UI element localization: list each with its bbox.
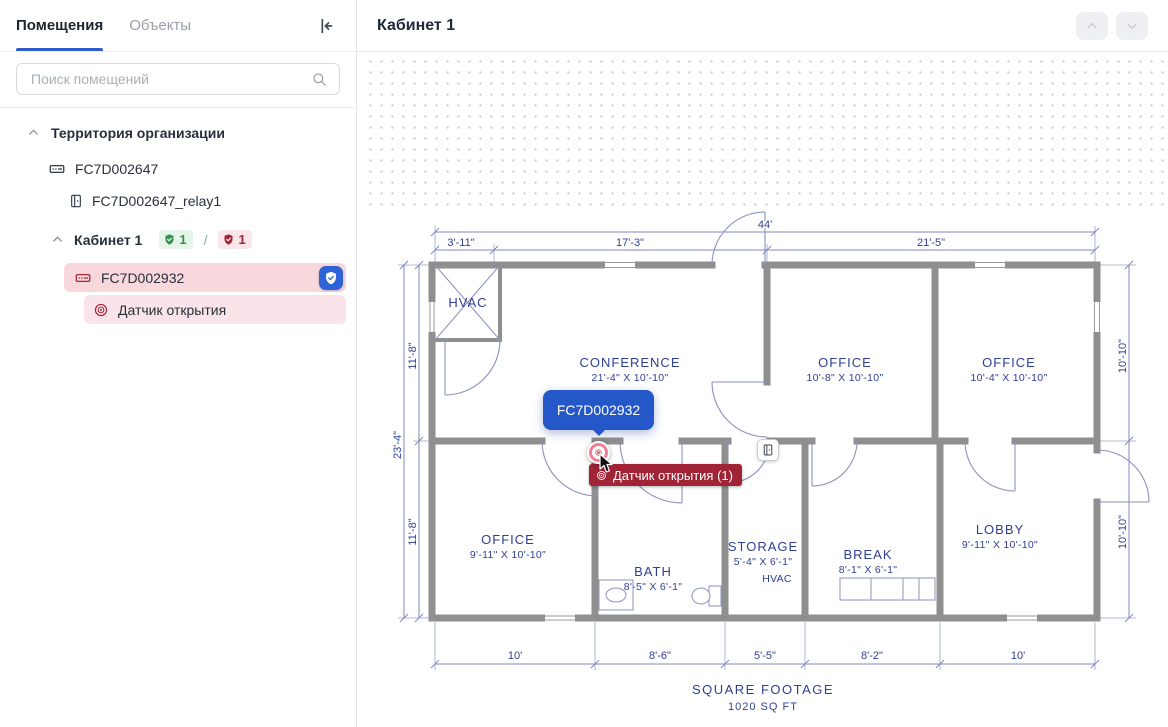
svg-text:STORAGE: STORAGE — [728, 539, 798, 554]
floorplan-canvas[interactable]: HVAC CONFERENCE 21'-4" X 10'-10" OFFICE … — [357, 52, 1168, 727]
chevron-up-icon — [26, 125, 41, 140]
scroll-up-button[interactable] — [1076, 12, 1108, 40]
sensor-map-label[interactable]: Датчик открытия (1) — [589, 464, 742, 486]
svg-text:8'-6": 8'-6" — [649, 650, 671, 662]
svg-text:5'-4" X 6'-1": 5'-4" X 6'-1" — [734, 556, 793, 568]
plan-nav-buttons — [1076, 12, 1148, 40]
sensor-map-label-text: Датчик открытия (1) — [613, 468, 733, 483]
svg-text:9'-11" X 10'-10": 9'-11" X 10'-10" — [470, 549, 546, 561]
hub-device-icon — [74, 269, 92, 287]
sensor-icon — [92, 301, 110, 319]
tree-item-label: FC7D002647 — [75, 161, 158, 177]
svg-text:21'-4" X 10'-10": 21'-4" X 10'-10" — [592, 372, 669, 384]
main-panel: Кабинет 1 — [357, 0, 1168, 727]
chevron-up-icon — [50, 232, 65, 247]
svg-text:CONFERENCE: CONFERENCE — [579, 355, 680, 370]
tree-item-label: FC7D002647_relay1 — [92, 193, 221, 209]
tab-objects[interactable]: Объекты — [129, 0, 191, 51]
alarm-count-badge: 1 — [218, 230, 251, 249]
tab-rooms[interactable]: Помещения — [16, 0, 103, 51]
svg-text:17'-3": 17'-3" — [616, 237, 644, 249]
svg-text:10': 10' — [1011, 650, 1025, 662]
main-header: Кабинет 1 — [357, 0, 1168, 52]
tree-item-hub-fc7d002647[interactable]: FC7D002647 — [0, 154, 356, 183]
tree-item-organization[interactable]: Территория организации — [0, 118, 356, 147]
location-tree: Территория организации FC7D002647 FC7D00… — [0, 108, 356, 727]
alarm-shield-icon — [222, 233, 235, 246]
hub-device-icon — [48, 160, 66, 178]
sidebar-tabs: Помещения Объекты — [16, 0, 191, 51]
svg-text:OFFICE: OFFICE — [481, 532, 535, 547]
ok-shield-icon — [163, 233, 176, 246]
ok-count-badge: 1 — [159, 230, 192, 249]
ok-count: 1 — [179, 232, 186, 247]
svg-text:8'-5" X 6'-1": 8'-5" X 6'-1" — [624, 581, 683, 593]
sensor-icon — [592, 446, 605, 459]
svg-text:OFFICE: OFFICE — [982, 355, 1036, 370]
page-title: Кабинет 1 — [377, 17, 455, 35]
collapse-panel-icon — [315, 15, 337, 37]
sidebar-header: Помещения Объекты — [0, 0, 356, 52]
search-area — [0, 52, 356, 108]
tree-item-label: Территория организации — [51, 125, 225, 141]
tree-item-relay[interactable]: FC7D002647_relay1 — [0, 186, 356, 215]
device-map-tooltip[interactable]: FC7D002932 — [543, 390, 654, 430]
collapse-sidebar-button[interactable] — [312, 12, 340, 40]
alarm-count: 1 — [238, 232, 245, 247]
svg-text:8'-2": 8'-2" — [861, 650, 883, 662]
svg-text:3'-11": 3'-11" — [447, 237, 474, 249]
svg-text:11'-8": 11'-8" — [407, 342, 419, 369]
svg-text:10'-10": 10'-10" — [1117, 515, 1129, 549]
guard-shield-badge[interactable] — [319, 266, 343, 290]
svg-text:44': 44' — [758, 219, 772, 231]
tree-item-label: FC7D002932 — [101, 270, 184, 286]
square-footage-value: 1020 SQ FT — [728, 701, 798, 713]
svg-text:23'-4": 23'-4" — [392, 431, 404, 459]
svg-text:10'-4" X 10'-10": 10'-4" X 10'-10" — [971, 372, 1048, 384]
svg-text:OFFICE: OFFICE — [818, 355, 872, 370]
search-icon — [310, 70, 329, 89]
svg-text:BATH: BATH — [634, 564, 672, 579]
app-root: Помещения Объекты Территория организации… — [0, 0, 1168, 727]
svg-text:9'-11" X 10'-10": 9'-11" X 10'-10" — [962, 539, 1038, 551]
svg-text:5'-5": 5'-5" — [754, 650, 776, 662]
svg-text:10'-8" X 10'-10": 10'-8" X 10'-10" — [807, 372, 884, 384]
svg-text:LOBBY: LOBBY — [976, 522, 1024, 537]
scroll-down-button[interactable] — [1116, 12, 1148, 40]
badge-separator: / — [204, 232, 208, 248]
tree-item-label: Кабинет 1 — [74, 232, 142, 248]
svg-text:HVAC: HVAC — [762, 573, 792, 585]
svg-text:21'-5": 21'-5" — [917, 237, 945, 249]
svg-text:HVAC: HVAC — [448, 295, 487, 310]
relay-map-marker[interactable] — [757, 439, 779, 461]
svg-text:BREAK: BREAK — [843, 547, 892, 562]
square-footage-title: SQUARE FOOTAGE — [692, 682, 834, 697]
doors — [445, 212, 1149, 503]
svg-text:10'-10": 10'-10" — [1117, 339, 1129, 373]
relay-icon — [68, 193, 84, 209]
break-counter — [840, 578, 935, 600]
tree-item-hub-fc7d002932-selected[interactable]: FC7D002932 — [64, 263, 346, 292]
svg-text:10': 10' — [508, 650, 522, 662]
tree-item-opening-sensor[interactable]: Датчик открытия — [84, 295, 346, 324]
tree-item-room-kabinet1[interactable]: Кабинет 1 1 / 1 — [0, 225, 356, 254]
sensor-icon — [595, 469, 608, 482]
floorplan-svg: HVAC CONFERENCE 21'-4" X 10'-10" OFFICE … — [357, 52, 1168, 727]
svg-text:8'-1" X 6'-1": 8'-1" X 6'-1" — [839, 564, 898, 576]
sensor-map-marker[interactable] — [587, 441, 610, 464]
relay-icon — [761, 443, 775, 457]
svg-text:11'-8": 11'-8" — [407, 518, 419, 545]
search-input[interactable] — [29, 70, 310, 88]
tree-item-label: Датчик открытия — [118, 302, 226, 318]
search-box — [16, 63, 340, 95]
sidebar: Помещения Объекты Территория организации… — [0, 0, 357, 727]
